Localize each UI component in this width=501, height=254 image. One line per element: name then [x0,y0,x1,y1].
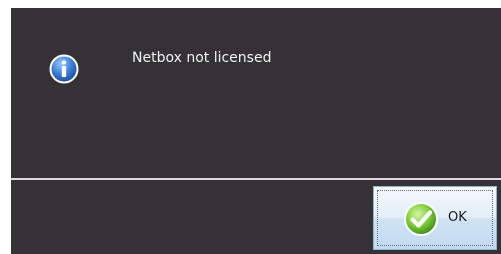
info-icon [49,54,79,84]
dialog-message: Netbox not licensed [132,50,272,66]
message-dialog: Netbox not licensed OK [11,8,501,254]
check-icon [403,201,439,237]
ok-button-label: OK [448,210,467,225]
dialog-content: Netbox not licensed [11,8,501,178]
dialog-footer: OK [11,180,501,254]
ok-button[interactable]: OK [373,186,497,250]
